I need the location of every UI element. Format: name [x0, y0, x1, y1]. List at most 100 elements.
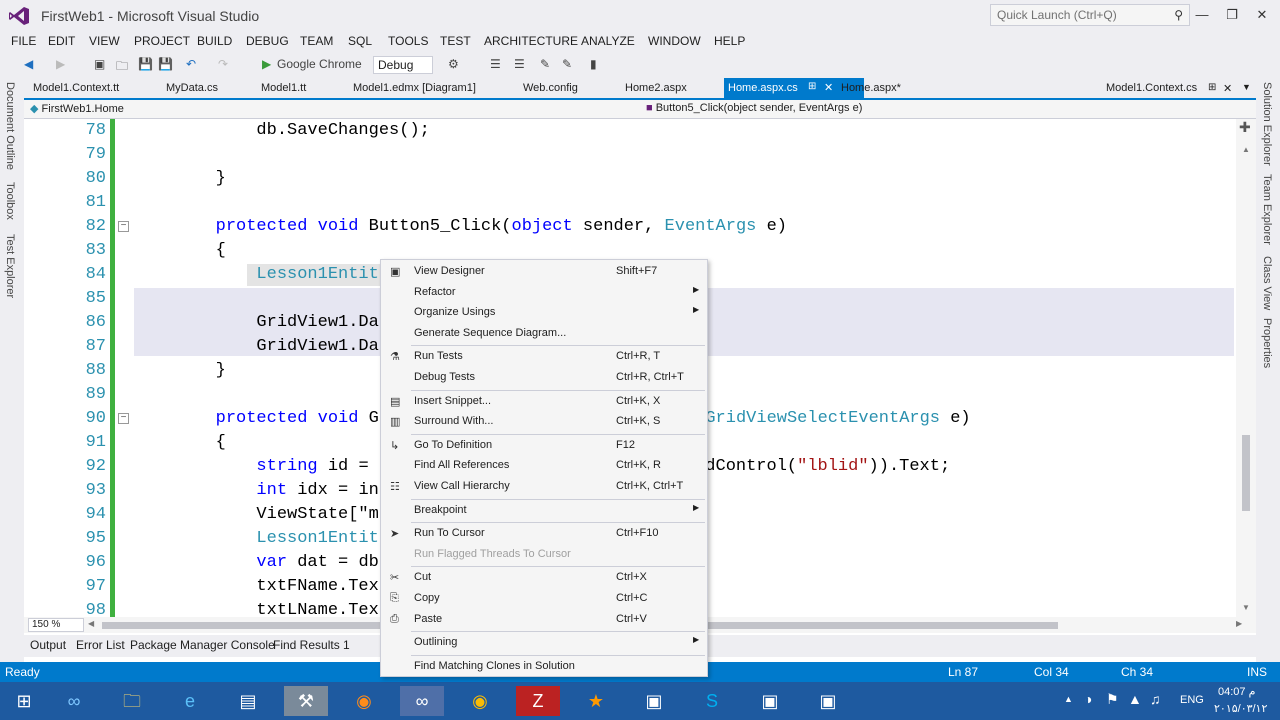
save-icon[interactable]: 💾 — [138, 57, 153, 71]
back-icon[interactable]: ◀ — [24, 57, 33, 71]
configuration-select[interactable]: Debug — [373, 56, 433, 74]
start-debug-icon[interactable]: ▶ — [262, 57, 271, 71]
indent-icon[interactable]: ☰ — [490, 57, 501, 71]
menu-sql[interactable]: SQL — [348, 34, 372, 48]
uncomment-icon[interactable]: ✎ — [562, 57, 572, 71]
maximize-button[interactable]: ❐ — [1218, 5, 1246, 25]
toolbox-tab[interactable]: Toolbox — [4, 182, 16, 220]
visual-studio-taskbar-icon[interactable]: ∞ — [400, 686, 444, 716]
paint-icon[interactable]: ★ — [574, 686, 618, 716]
attach-icon[interactable]: ⚙ — [448, 57, 459, 71]
menu-build[interactable]: BUILD — [197, 34, 232, 48]
menu-team[interactable]: TEAM — [300, 34, 333, 48]
quick-launch-input[interactable]: Quick Launch (Ctrl+Q) ⚲ — [990, 4, 1190, 26]
menu-item-copy[interactable]: ⎘ Copy Ctrl+C — [381, 589, 707, 609]
menu-item-organize-usings[interactable]: Organize Usings ▶ — [381, 303, 707, 323]
menu-view[interactable]: VIEW — [89, 34, 120, 48]
app-icon[interactable]: ▤ — [226, 686, 270, 716]
split-icon[interactable]: ✚ — [1239, 119, 1251, 136]
scroll-thumb[interactable] — [1242, 435, 1250, 511]
vertical-scrollbar[interactable]: ✚ ▲ ▼ — [1236, 119, 1256, 617]
menu-file[interactable]: FILE — [11, 34, 36, 48]
menu-item-view-designer[interactable]: ▣ View Designer Shift+F7 — [381, 262, 707, 282]
language-indicator[interactable]: ENG — [1180, 694, 1204, 706]
internet-explorer-icon[interactable]: e — [168, 686, 212, 716]
tab-output[interactable]: Output — [30, 638, 66, 652]
tab-find-results[interactable]: Find Results 1 — [273, 638, 350, 652]
scroll-down-icon[interactable]: ▼ — [1242, 603, 1250, 612]
new-project-icon[interactable]: ▣ — [94, 57, 105, 71]
clock-date[interactable]: ۲۰۱۵/۰۳/۱۲ — [1214, 702, 1267, 715]
menu-tools[interactable]: TOOLS — [388, 34, 428, 48]
menu-item-outlining[interactable]: Outlining ▶ — [381, 633, 707, 653]
member-selector[interactable]: ■ Button5_Click(object sender, EventArgs… — [642, 101, 1250, 117]
solution-explorer-tab[interactable]: Solution Explorer — [1261, 82, 1273, 166]
skype-icon[interactable]: S — [690, 686, 734, 716]
tab-model1-context-tt[interactable]: Model1.Context.tt — [33, 82, 119, 94]
tab-package-manager-console[interactable]: Package Manager Console — [130, 638, 275, 652]
comment-icon[interactable]: ✎ — [540, 57, 550, 71]
volume-icon[interactable]: ♫ — [1150, 691, 1161, 707]
close-tab-icon[interactable]: ✕ — [1223, 82, 1232, 95]
menu-project[interactable]: PROJECT — [134, 34, 190, 48]
menu-test[interactable]: TEST — [440, 34, 471, 48]
save-all-icon[interactable]: 💾 — [158, 57, 173, 71]
tab-overflow-icon[interactable]: ▼ — [1242, 82, 1251, 92]
scroll-left-icon[interactable]: ◀ — [88, 619, 94, 628]
menu-item-surround-with[interactable]: ▥ Surround With... Ctrl+K, S — [381, 412, 707, 432]
scroll-up-icon[interactable]: ▲ — [1242, 145, 1250, 154]
close-button[interactable]: ✕ — [1248, 5, 1276, 25]
start-icon[interactable]: ⊞ — [2, 686, 46, 716]
undo-icon[interactable]: ↶ — [186, 57, 196, 71]
firefox-icon[interactable]: ◉ — [342, 686, 386, 716]
collapse-icon[interactable]: − — [118, 221, 129, 232]
menu-item-insert-snippet[interactable]: ▤ Insert Snippet... Ctrl+K, X — [381, 392, 707, 412]
app-icon[interactable]: ▣ — [748, 686, 792, 716]
minimize-button[interactable]: — — [1188, 5, 1216, 25]
pin-icon[interactable]: ⊞ — [1208, 82, 1216, 93]
menu-item-view-call-hierarchy[interactable]: ☷ View Call Hierarchy Ctrl+K, Ctrl+T — [381, 477, 707, 497]
test-explorer-tab[interactable]: Test Explorer — [4, 234, 16, 298]
collapse-icon[interactable]: − — [118, 413, 129, 424]
close-tab-icon[interactable]: ✕ — [824, 81, 833, 94]
menu-item-breakpoint[interactable]: Breakpoint ▶ — [381, 501, 707, 521]
app-icon[interactable]: ▣ — [806, 686, 850, 716]
filezilla-icon[interactable]: Z — [516, 686, 560, 716]
menu-item-debug-tests[interactable]: Debug Tests Ctrl+R, Ctrl+T — [381, 368, 707, 388]
clock-time[interactable]: 04:07 م — [1218, 685, 1255, 698]
properties-tab[interactable]: Properties — [1261, 318, 1273, 368]
menu-analyze[interactable]: ANALYZE — [581, 34, 635, 48]
menu-window[interactable]: WINDOW — [648, 34, 701, 48]
class-selector[interactable]: ◆ FirstWeb1.Home — [26, 101, 638, 117]
menu-item-find-all-references[interactable]: Find All References Ctrl+K, R — [381, 456, 707, 476]
menu-item-find-matching-clones-in-solution[interactable]: Find Matching Clones in Solution — [381, 657, 707, 677]
zoom-select[interactable]: 150 % — [28, 618, 84, 632]
redo-icon[interactable]: ↷ — [218, 57, 228, 71]
network-icon[interactable]: ◑ — [1084, 691, 1092, 707]
menu-help[interactable]: HELP — [714, 34, 745, 48]
menu-item-refactor[interactable]: Refactor ▶ — [381, 283, 707, 303]
menu-edit[interactable]: EDIT — [48, 34, 75, 48]
app-icon[interactable]: ▣ — [632, 686, 676, 716]
file-explorer-icon[interactable]: 🗀 — [110, 686, 154, 716]
tab-home-aspx[interactable]: Home.aspx* — [841, 82, 901, 94]
menu-item-paste[interactable]: ⎙ Paste Ctrl+V — [381, 610, 707, 630]
tab-home2-aspx[interactable]: Home2.aspx — [625, 82, 687, 94]
team-explorer-tab[interactable]: Team Explorer — [1261, 174, 1273, 245]
signal-icon[interactable]: ▲ — [1128, 691, 1142, 707]
menu-architecture[interactable]: ARCHITECTURE — [484, 34, 578, 48]
menu-item-go-to-definition[interactable]: ↳ Go To Definition F12 — [381, 436, 707, 456]
tab-error-list[interactable]: Error List — [76, 638, 125, 652]
chrome-icon[interactable]: ◉ — [458, 686, 502, 716]
tab-mydata-cs[interactable]: MyData.cs — [166, 82, 218, 94]
menu-item-run-flagged-threads-to-cursor[interactable]: Run Flagged Threads To Cursor — [381, 545, 707, 565]
app-icon[interactable]: ∞ — [52, 686, 96, 716]
browser-selector[interactable]: Google Chrome — [277, 57, 362, 71]
scroll-right-icon[interactable]: ▶ — [1236, 619, 1242, 628]
menu-item-run-to-cursor[interactable]: ➤ Run To Cursor Ctrl+F10 — [381, 524, 707, 544]
pin-icon[interactable]: ⊞ — [808, 81, 816, 92]
flag-icon[interactable]: ⚑ — [1106, 691, 1119, 708]
tab-web-config[interactable]: Web.config — [523, 82, 578, 94]
open-icon[interactable]: 🗀 — [116, 57, 128, 78]
menu-item-generate-sequence-diagram[interactable]: Generate Sequence Diagram... — [381, 324, 707, 344]
